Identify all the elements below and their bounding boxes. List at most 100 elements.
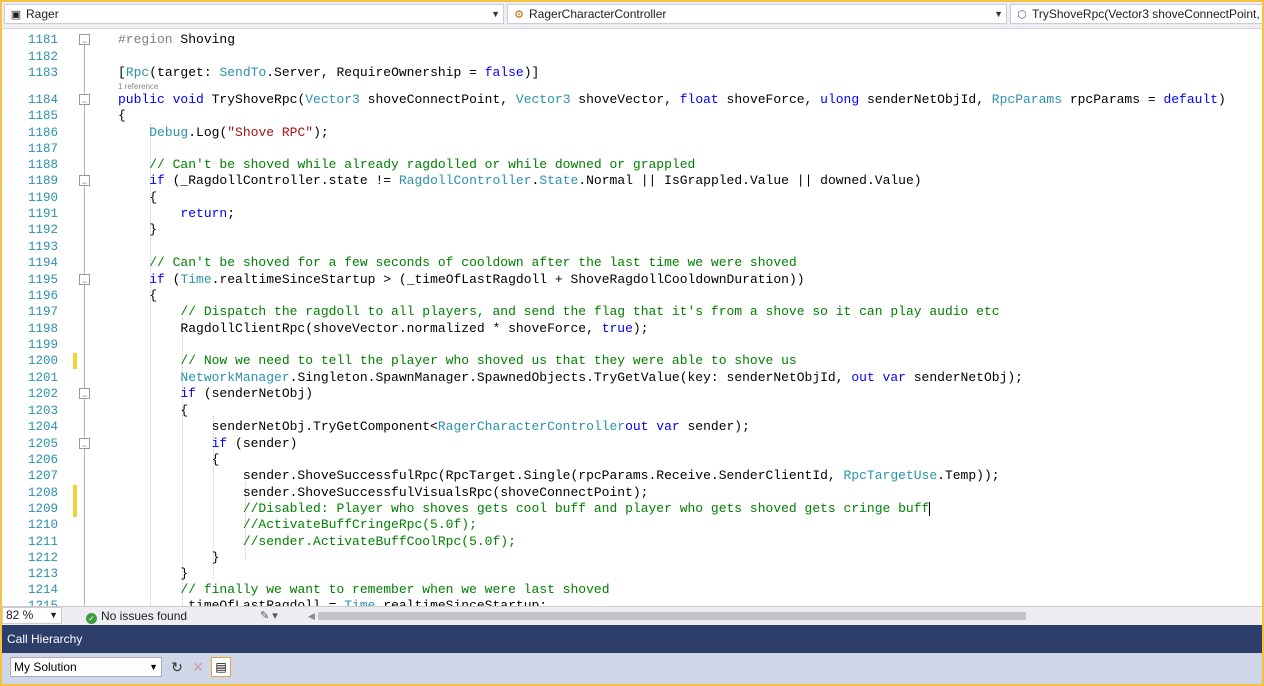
code-line[interactable]: 1196 { — [2, 288, 1262, 304]
code-token: RagerCharacterController — [437, 419, 626, 434]
code-line[interactable]: 1185 { — [2, 108, 1262, 124]
code-token: ); — [632, 321, 649, 336]
line-number: 1191 — [27, 207, 58, 221]
collapse-icon[interactable]: − — [79, 94, 90, 107]
code-line[interactable]: 1186 Debug.Log("Shove RPC"); — [2, 125, 1262, 141]
code-text: //Disabled: Player who shoves gets cool … — [118, 501, 931, 517]
code-text: sender.ShoveSuccessfulVisualsRpc(shoveCo… — [118, 485, 649, 501]
code-line[interactable]: 1181 − #region Shoving — [2, 32, 1262, 48]
code-editor[interactable]: 1 reference 1181 − #region Shoving 1182 1183 [… — [2, 29, 1262, 606]
code-line[interactable]: 1197 // Dispatch the ragdoll to all play… — [2, 304, 1262, 320]
code-line[interactable]: 1198 RagdollClientRpc(shoveVector.normal… — [2, 321, 1262, 337]
code-cleanup-icon[interactable]: ✎ ▾ — [260, 607, 278, 625]
code-text: return; — [118, 206, 235, 222]
collapse-icon[interactable]: − — [79, 274, 90, 287]
code-token: out var — [625, 419, 680, 434]
code-token: Time — [180, 272, 212, 287]
chevron-down-icon[interactable]: ▼ — [49, 608, 58, 623]
code-line[interactable]: 1215 _timeOfLastRagdoll = Time.realtimeS… — [2, 598, 1262, 606]
zoom-level: 82 % — [6, 608, 34, 622]
code-token: .Normal || IsGrappled.Value || downed.Va… — [578, 173, 922, 188]
collapse-icon[interactable]: − — [79, 438, 90, 451]
code-token: ; — [227, 206, 236, 221]
issues-indicator[interactable]: ✓ No issues found — [86, 607, 187, 625]
code-line[interactable]: 1209 //Disabled: Player who shoves gets … — [2, 501, 1262, 517]
line-number: 1192 — [27, 223, 58, 237]
code-text: RagdollClientRpc(shoveVector.normalized … — [118, 321, 649, 337]
code-text: } — [118, 550, 220, 566]
code-line[interactable]: 1204 senderNetObj.TryGetComponent<RagerC… — [2, 419, 1262, 435]
code-line[interactable]: 1195 − if (Time.realtimeSinceStartup > (_… — [2, 272, 1262, 288]
code-line[interactable]: 1191 return; — [2, 206, 1262, 222]
code-line[interactable]: 1190 { — [2, 190, 1262, 206]
line-number: 1193 — [27, 240, 58, 254]
code-line[interactable]: 1187 — [2, 141, 1262, 157]
code-text: //ActivateBuffCringeRpc(5.0f); — [118, 517, 477, 533]
scroll-left-icon[interactable]: ◀ — [308, 607, 315, 625]
code-text: senderNetObj.TryGetComponent<RagerCharac… — [118, 419, 750, 435]
call-hierarchy-toolbar: My Solution ▼ ↻ ✕ ▤ — [2, 653, 1262, 684]
line-number: 1199 — [27, 338, 58, 352]
line-number: 1203 — [27, 404, 58, 418]
code-line[interactable]: 1193 — [2, 239, 1262, 255]
code-line[interactable]: 1213 } — [2, 566, 1262, 582]
class-dropdown[interactable]: ⚙ RagerCharacterController ▼ — [507, 4, 1007, 24]
code-text: if (sender) — [118, 436, 298, 452]
code-text: public void TryShoveRpc(Vector3 shoveCon… — [118, 92, 1226, 108]
chevron-down-icon[interactable]: ▼ — [149, 658, 158, 676]
code-line[interactable]: 1182 — [2, 49, 1262, 65]
code-line[interactable]: 1199 — [2, 337, 1262, 353]
collapse-icon[interactable]: − — [79, 34, 90, 47]
collapse-icon[interactable]: − — [79, 175, 90, 188]
code-text: // Now we need to tell the player who sh… — [118, 353, 796, 369]
member-dropdown[interactable]: ⬡ TryShoveRpc(Vector3 shoveConnectPoint, … — [1010, 4, 1262, 24]
code-token: sender); — [679, 419, 750, 434]
code-token: )] — [523, 65, 540, 80]
line-number: 1196 — [27, 289, 58, 303]
code-line[interactable]: 1184− public void TryShoveRpc(Vector3 sho… — [2, 92, 1262, 108]
code-line[interactable]: 1210 //ActivateBuffCringeRpc(5.0f); — [2, 517, 1262, 533]
code-line[interactable]: 1208 sender.ShoveSuccessfulVisualsRpc(sh… — [2, 485, 1262, 501]
code-line[interactable]: 1194 // Can't be shoved for a few second… — [2, 255, 1262, 271]
zoom-dropdown[interactable]: 82 % ▼ — [2, 607, 62, 624]
code-token: out var — [851, 370, 906, 385]
code-text: [Rpc(target: SendTo.Server, RequireOwner… — [118, 65, 539, 81]
line-number: 1209 — [27, 502, 58, 516]
line-number: 1212 — [27, 551, 58, 565]
code-line[interactable]: 1212 } — [2, 550, 1262, 566]
code-line[interactable]: 1201 NetworkManager.Singleton.SpawnManag… — [2, 370, 1262, 386]
chevron-down-icon[interactable]: ▼ — [491, 5, 500, 23]
code-line[interactable]: 1211 //sender.ActivateBuffCoolRpc(5.0f); — [2, 534, 1262, 550]
code-line[interactable]: 1203 { — [2, 403, 1262, 419]
code-line[interactable]: 1183 [Rpc(target: SendTo.Server, RequireO… — [2, 65, 1262, 81]
code-line[interactable]: 1206 { — [2, 452, 1262, 468]
code-line[interactable]: 1202 − if (senderNetObj) — [2, 386, 1262, 402]
scope-dropdown[interactable]: My Solution ▼ — [10, 657, 162, 677]
code-line[interactable]: 1188 // Can't be shoved while already ra… — [2, 157, 1262, 173]
reference-lens[interactable]: 1 reference — [118, 82, 158, 91]
clipboard-icon[interactable]: ▤ — [211, 657, 231, 677]
code-line[interactable]: 1214 // finally we want to remember when… — [2, 582, 1262, 598]
code-token: //Disabled: Player who shoves gets cool … — [242, 501, 930, 516]
code-text: { — [118, 452, 220, 468]
code-token: SendTo — [219, 65, 267, 80]
horizontal-scrollbar[interactable] — [318, 612, 1026, 620]
code-text: // Dispatch the ragdoll to all players, … — [118, 304, 999, 320]
code-token: Time — [344, 598, 376, 606]
line-number: 1195 — [27, 273, 58, 287]
chevron-down-icon[interactable]: ▼ — [994, 5, 1003, 23]
collapse-icon[interactable]: − — [79, 388, 90, 401]
code-token: if — [211, 436, 228, 451]
code-line[interactable]: 1200 // Now we need to tell the player w… — [2, 353, 1262, 369]
code-text: sender.ShoveSuccessfulRpc(RpcTarget.Sing… — [118, 468, 1000, 484]
code-line[interactable]: 1192 } — [2, 222, 1262, 238]
code-line[interactable]: 1207 sender.ShoveSuccessfulRpc(RpcTarget… — [2, 468, 1262, 484]
cancel-icon[interactable]: ✕ — [188, 657, 208, 677]
project-dropdown[interactable]: ▣ Rager ▼ — [4, 4, 504, 24]
code-token: (sender) — [227, 436, 298, 451]
code-text: } — [118, 566, 188, 582]
refresh-icon[interactable]: ↻ — [167, 657, 187, 677]
code-line[interactable]: 1189 − if (_RagdollController.state != Ra… — [2, 173, 1262, 189]
code-line[interactable]: 1205 − if (sender) — [2, 436, 1262, 452]
